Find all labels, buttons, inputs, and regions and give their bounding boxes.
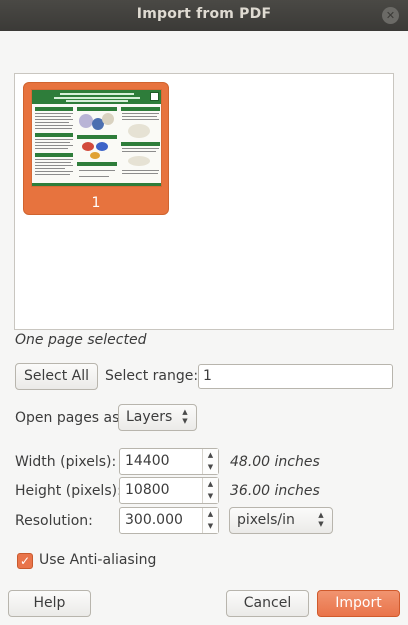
width-increment-icon[interactable]: ▲ bbox=[203, 449, 218, 461]
open-pages-as-value: Layers bbox=[126, 409, 173, 425]
import-button[interactable]: Import bbox=[317, 590, 400, 617]
width-spinbutton[interactable]: 14400 ▲ ▼ bbox=[119, 448, 219, 475]
combo-down-icon: ▼ bbox=[182, 417, 188, 425]
cancel-button[interactable]: Cancel bbox=[226, 590, 309, 617]
help-button[interactable]: Help bbox=[8, 590, 91, 617]
open-pages-as-combo[interactable]: Layers ▲ ▼ bbox=[118, 404, 197, 431]
select-range-label: Select range: bbox=[105, 368, 199, 384]
width-value: 14400 bbox=[125, 453, 170, 469]
resolution-label: Resolution: bbox=[15, 513, 93, 529]
resolution-unit-combo[interactable]: pixels/in ▲ ▼ bbox=[229, 507, 333, 534]
resolution-unit-value: pixels/in bbox=[237, 512, 295, 528]
close-icon: ✕ bbox=[385, 9, 396, 22]
combo-up-icon: ▲ bbox=[182, 408, 188, 416]
resolution-decrement-icon[interactable]: ▼ bbox=[203, 520, 218, 532]
unit-combo-up-icon: ▲ bbox=[318, 511, 324, 519]
combo-arrows-icon: ▲ ▼ bbox=[181, 408, 189, 426]
anti-aliasing-label[interactable]: Use Anti-aliasing bbox=[39, 552, 156, 568]
resolution-spinbutton[interactable]: 300.000 ▲ ▼ bbox=[119, 507, 219, 534]
selection-status: One page selected bbox=[15, 332, 147, 348]
height-increment-icon[interactable]: ▲ bbox=[203, 478, 218, 490]
select-all-button[interactable]: Select All bbox=[15, 363, 98, 390]
select-range-input[interactable]: 1 bbox=[198, 364, 393, 389]
anti-aliasing-checkbox[interactable]: ✓ bbox=[17, 553, 33, 569]
unit-combo-arrows-icon: ▲ ▼ bbox=[317, 511, 325, 529]
page-thumbnail-image bbox=[31, 89, 162, 187]
title-bar: Import from PDF ✕ bbox=[0, 0, 408, 31]
window-title: Import from PDF bbox=[136, 6, 272, 22]
page-thumbnail[interactable]: 1 bbox=[23, 82, 169, 215]
width-inches-note: 48.00 inches bbox=[230, 454, 320, 470]
height-inches-note: 36.00 inches bbox=[230, 483, 320, 499]
unit-combo-down-icon: ▼ bbox=[318, 520, 324, 528]
open-pages-as-label: Open pages as bbox=[15, 410, 120, 426]
width-label: Width (pixels): bbox=[15, 454, 117, 470]
close-button[interactable]: ✕ bbox=[382, 7, 399, 24]
resolution-increment-icon[interactable]: ▲ bbox=[203, 508, 218, 520]
checkmark-icon: ✓ bbox=[19, 554, 31, 568]
page-preview-area[interactable]: 1 bbox=[14, 73, 394, 330]
height-spinbutton[interactable]: 10800 ▲ ▼ bbox=[119, 477, 219, 504]
height-value: 10800 bbox=[125, 482, 170, 498]
resolution-value: 300.000 bbox=[125, 512, 183, 528]
page-number-label: 1 bbox=[91, 195, 101, 211]
height-decrement-icon[interactable]: ▼ bbox=[203, 490, 218, 502]
width-decrement-icon[interactable]: ▼ bbox=[203, 461, 218, 473]
height-label: Height (pixels): bbox=[15, 483, 122, 499]
